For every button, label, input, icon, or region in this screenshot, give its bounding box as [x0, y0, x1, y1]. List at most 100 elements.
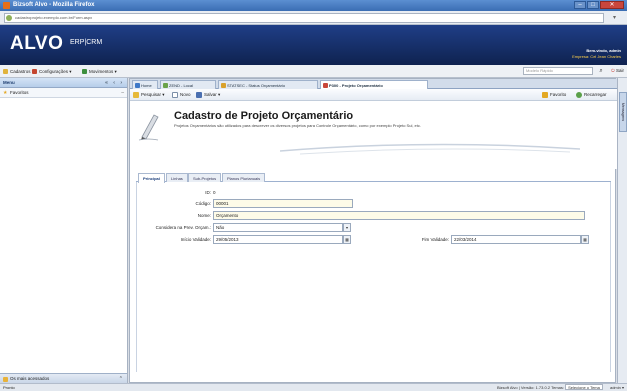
window-titlebar: Bizsoft Alvo - Mozilla Firefox – □ ✕ — [0, 0, 627, 11]
chevron-down-icon[interactable]: ▾ — [343, 223, 351, 232]
tab-sub-projetos[interactable]: Sub-Projetos — [188, 173, 222, 182]
nome-label: Nome: — [197, 213, 211, 218]
considera-select[interactable]: Não — [213, 223, 343, 232]
firefox-icon — [3, 2, 10, 9]
brand-header: ALVO ERP|CRM Bem-vindo, admin Empresa: C… — [0, 25, 627, 65]
main-panel: Home ZEND - Local STATSEC - Status Orçam… — [129, 78, 617, 383]
salvar-label: Salvar ▾ — [204, 92, 221, 97]
menu-cadastros[interactable]: Cadastros ▾ — [3, 67, 34, 76]
form-toolbar: Pesquisar ▾ Novo Salvar ▾ Favorito Recar… — [130, 89, 617, 101]
form-tabs: Principal Linhas Sub-Projetos Planos Plu… — [136, 172, 611, 183]
search-icon[interactable]: ⌕ — [597, 67, 605, 75]
form-description: Projetos Orçamentários são utilizados pa… — [174, 123, 422, 128]
tab-home-label: Home — [141, 83, 152, 88]
form-title: Cadastro de Projeto Orçamentário — [174, 110, 354, 122]
calendar-icon[interactable]: ▦ — [343, 235, 351, 244]
inicio-label: Início Validade: — [180, 237, 211, 242]
company-text: Empresa: Cel Jean Charles — [572, 54, 621, 59]
pesquisar-button[interactable]: Pesquisar ▾ — [133, 91, 165, 99]
decorative-swoosh — [280, 143, 580, 155]
pencil-icon — [138, 114, 159, 141]
star-icon — [542, 92, 548, 98]
recarregar-label: Recarregar — [584, 92, 607, 97]
alvo-logo: ALVO — [10, 33, 64, 54]
tab-statsec[interactable]: STATSEC - Status Orçamentário — [218, 80, 318, 89]
exit-label: Sair — [615, 68, 624, 73]
messages-tab[interactable]: Mensagens — [619, 92, 627, 132]
quick-search-input[interactable]: Modelo Rápido — [523, 67, 593, 75]
exit-button[interactable]: ⏻ Sair — [611, 67, 624, 75]
right-rail: Mensagens — [617, 78, 627, 383]
fim-input[interactable]: 22/03/2014 — [451, 235, 581, 244]
maximize-button[interactable]: □ — [587, 1, 599, 9]
pesquisar-label: Pesquisar ▾ — [141, 92, 165, 97]
theme-label: Temas: — [551, 385, 564, 390]
considera-label: Considera na Prev. Orçam.: — [155, 225, 211, 230]
most-accessed-label: Os mais acessados — [10, 376, 50, 381]
tab-statsec-label: STATSEC - Status Orçamentário — [227, 83, 286, 88]
tab-zend[interactable]: ZEND - Local — [160, 80, 216, 89]
codigo-label: Código: — [195, 201, 211, 206]
sidebar-header: Menu « ‹ › — [0, 78, 127, 88]
home-icon — [135, 83, 140, 88]
menu-configuracoes-label: Configurações ▾ — [39, 69, 72, 74]
document-tabs: Home ZEND - Local STATSEC - Status Orçam… — [130, 79, 617, 90]
menu-movimentos-label: Movimentos ▾ — [89, 69, 117, 74]
theme-select[interactable]: Selecione o Tema — [565, 384, 603, 390]
status-right: Bizsoft Alvo | Versão: 1.73.0.2 Temas: S… — [497, 384, 624, 391]
dropdown-arrow-icon[interactable]: ▾ — [613, 14, 621, 22]
sidebar: Menu « ‹ › ★ Favoritos – Os mais acessad… — [0, 78, 128, 383]
menu-cadastros-label: Cadastros ▾ — [10, 69, 35, 74]
status-bar: Pronto Bizsoft Alvo | Versão: 1.73.0.2 T… — [0, 383, 627, 391]
star-icon: ★ — [3, 90, 8, 96]
folder-icon — [3, 377, 8, 382]
calendar-icon[interactable]: ▦ — [581, 235, 589, 244]
window-controls: – □ ✕ — [574, 1, 624, 9]
folder-icon — [221, 83, 226, 88]
inicio-input[interactable]: 29/05/2013 — [213, 235, 343, 244]
menu-movimentos[interactable]: Movimentos ▾ — [82, 67, 117, 76]
recarregar-button[interactable]: Recarregar — [576, 91, 607, 99]
novo-button[interactable]: Novo — [172, 91, 191, 99]
nome-input[interactable]: Orçamento — [213, 211, 585, 220]
fim-label: Fim Validade: — [421, 237, 449, 242]
exit-icon: ⏻ — [611, 68, 615, 73]
sidebar-collapse-icons[interactable]: « ‹ › — [105, 78, 124, 88]
window-title: Bizsoft Alvo - Mozilla Firefox — [13, 2, 95, 8]
favorito-button[interactable]: Favorito — [542, 91, 566, 99]
tools-icon — [32, 69, 37, 74]
novo-label: Novo — [180, 92, 191, 97]
tab-planos-plurianuais[interactable]: Planos Plurianuais — [222, 173, 266, 182]
menu-configuracoes[interactable]: Configurações ▾ — [32, 67, 72, 76]
address-bar-row: cadastroprojeto.exemplo.com.br/Form.aspx… — [0, 11, 627, 25]
suite-logo: ERP|CRM — [70, 39, 103, 46]
site-identity-icon[interactable] — [6, 15, 12, 21]
tab-linhas[interactable]: Linhas — [166, 173, 188, 182]
id-value: 0 — [213, 190, 216, 195]
minimize-button[interactable]: – — [574, 1, 586, 9]
salvar-button[interactable]: Salvar ▾ — [196, 91, 220, 99]
favorites-label: Favoritos — [10, 90, 29, 95]
module-icon — [163, 83, 168, 88]
address-input[interactable]: cadastroprojeto.exemplo.com.br/Form.aspx — [4, 13, 604, 23]
form-body: ID: 0 Código: 00001 Nome: Orçamento Cons… — [136, 182, 611, 372]
new-document-icon — [172, 92, 178, 98]
arrow-icon — [82, 69, 87, 74]
user-info: Bem-vindo, admin Empresa: Cel Jean Charl… — [572, 48, 621, 60]
sidebar-favorites[interactable]: ★ Favoritos – — [0, 88, 127, 98]
tab-home[interactable]: Home — [132, 80, 158, 89]
form-header: Cadastro de Projeto Orçamentário Projeto… — [130, 101, 617, 169]
most-accessed-panel[interactable]: Os mais acessados ⌃ — [0, 373, 127, 383]
codigo-input[interactable]: 00001 — [213, 199, 353, 208]
user-menu[interactable]: admin ▾ — [610, 385, 624, 390]
version-text: Bizsoft Alvo | Versão: 1.73.0.2 — [496, 385, 551, 390]
refresh-icon — [576, 92, 582, 98]
collapse-icon[interactable]: – — [121, 88, 124, 98]
status-text: Pronto — [3, 385, 15, 390]
save-icon — [196, 92, 202, 98]
folder-icon — [3, 69, 8, 74]
pencil-icon — [323, 83, 328, 88]
close-button[interactable]: ✕ — [600, 1, 624, 9]
sidebar-title: Menu — [3, 80, 15, 85]
id-label: ID: — [205, 190, 211, 195]
